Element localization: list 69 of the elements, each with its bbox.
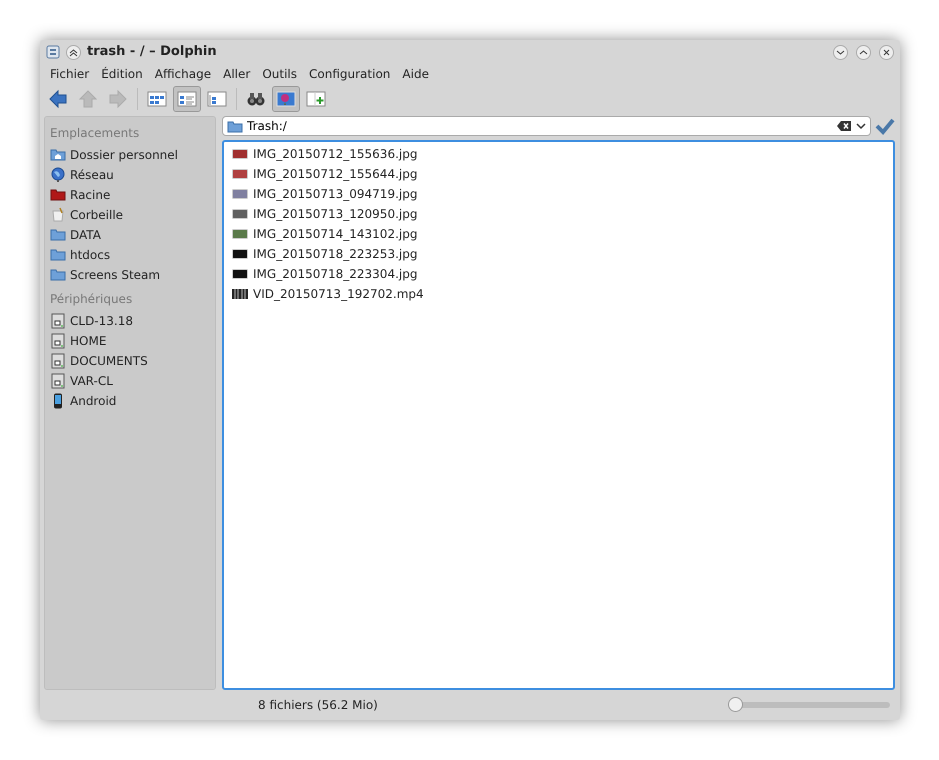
sidebar-item[interactable]: DOCUMENTS: [45, 351, 215, 371]
drive-icon: [50, 353, 66, 369]
menu-item[interactable]: Aide: [396, 65, 435, 83]
maximize-button[interactable]: [856, 44, 871, 60]
drive-icon: [50, 313, 66, 329]
location-field[interactable]: Trash:/: [247, 117, 832, 135]
sidebar-item[interactable]: VAR-CL: [45, 371, 215, 391]
home-folder-icon: [50, 147, 66, 163]
minimize-icon: [836, 48, 845, 56]
forward-icon: [108, 89, 128, 109]
minimize-button[interactable]: [833, 44, 848, 60]
keep-above-button[interactable]: [66, 44, 81, 60]
dropdown-icon[interactable]: [856, 122, 866, 130]
menu-item[interactable]: Affichage: [148, 65, 218, 83]
toolbar-button[interactable]: [272, 86, 300, 112]
sidebar-item[interactable]: Screens Steam: [45, 265, 215, 285]
file-name[interactable]: IMG_20150713_120950.jpg: [253, 205, 418, 223]
sidebar-item[interactable]: Android: [45, 391, 215, 411]
trash-icon: [50, 207, 66, 223]
clear-icon[interactable]: [836, 120, 852, 132]
file-name[interactable]: IMG_20150718_223304.jpg: [253, 265, 418, 283]
file-name[interactable]: IMG_20150712_155636.jpg: [253, 145, 418, 163]
app-icon[interactable]: [46, 45, 60, 59]
section-heading: Périphériques: [49, 291, 134, 308]
drive-icon: [50, 373, 66, 389]
file-name[interactable]: IMG_20150718_223253.jpg: [253, 245, 418, 263]
double-chevron-icon: [69, 48, 78, 56]
globe-icon: [50, 167, 66, 183]
folder-icon: [227, 119, 243, 133]
location-bar[interactable]: Trash:/: [222, 116, 871, 136]
sidebar-item[interactable]: Dossier personnel: [45, 145, 215, 165]
menu-item[interactable]: Outils: [256, 65, 304, 83]
folder-icon: [50, 227, 66, 243]
drive-icon: [50, 333, 66, 349]
back-icon: [48, 89, 68, 109]
menu-item[interactable]: Configuration: [303, 65, 396, 83]
checkmark-icon[interactable]: [875, 117, 895, 135]
menu-item[interactable]: Fichier: [44, 65, 96, 83]
up-icon: [78, 89, 98, 109]
sidebar-item[interactable]: DATA: [45, 225, 215, 245]
sidebar-item[interactable]: Réseau: [45, 165, 215, 185]
split-view-icon: [306, 89, 326, 109]
close-button[interactable]: [879, 44, 894, 60]
folder-icon: [50, 247, 66, 263]
section-heading: Emplacements: [49, 125, 140, 142]
sidebar-item[interactable]: Corbeille: [45, 205, 215, 225]
columns-view-icon: [207, 89, 227, 109]
maximize-icon: [859, 48, 868, 56]
close-icon: [882, 48, 891, 56]
root-folder-icon: [50, 187, 66, 203]
file-name[interactable]: IMG_20150713_094719.jpg: [253, 185, 418, 203]
file-name[interactable]: VID_20150713_192702.mp4: [253, 285, 424, 303]
sidebar-item[interactable]: CLD-13.18: [45, 311, 215, 331]
menu-item[interactable]: Aller: [217, 65, 256, 83]
file-name[interactable]: IMG_20150714_143102.jpg: [253, 225, 418, 243]
sidebar-item[interactable]: HOME: [45, 331, 215, 351]
image-icon: [276, 89, 296, 109]
zoom-slider[interactable]: [728, 697, 890, 713]
slider-handle[interactable]: [728, 697, 743, 712]
sidebar-item[interactable]: Racine: [45, 185, 215, 205]
sidebar-item[interactable]: htdocs: [45, 245, 215, 265]
icons-view-icon: [147, 89, 167, 109]
toolbar-button[interactable]: [173, 86, 201, 112]
details-view-icon: [177, 89, 197, 109]
folder-icon: [50, 267, 66, 283]
file-name[interactable]: IMG_20150712_155644.jpg: [253, 165, 418, 183]
menu-item[interactable]: Édition: [95, 65, 149, 83]
status-text: 8 fichiers (56.2 Mio): [258, 697, 378, 714]
window-title: trash - / – Dolphin: [87, 43, 217, 62]
